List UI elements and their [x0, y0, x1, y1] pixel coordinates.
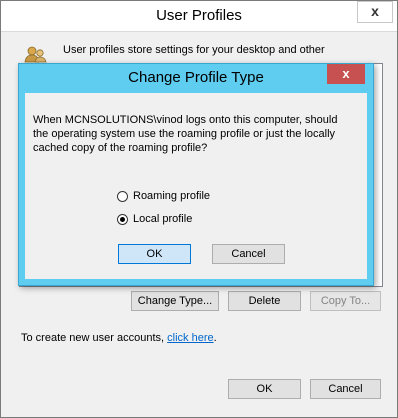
dialog-body: When MCNSOLUTIONS\vinod logs onto this c… [25, 93, 367, 279]
dialog-title: Change Profile Type [128, 69, 264, 86]
window-title: User Profiles [156, 7, 242, 24]
create-accounts-prefix: To create new user accounts, [21, 332, 168, 344]
dialog-cancel-button[interactable]: Cancel [212, 244, 285, 264]
question-line: When MCNSOLUTIONS\vinod logs onto this c… [33, 114, 338, 126]
create-accounts-text: To create new user accounts, click here. [21, 332, 217, 344]
copy-to-button[interactable]: Copy To... [310, 291, 381, 311]
window-titlebar[interactable]: User Profiles x [1, 1, 397, 32]
window-close-button[interactable]: x [357, 1, 393, 23]
change-profile-type-dialog: Change Profile Type x When MCNSOLUTIONS\… [18, 63, 374, 286]
question-line: cached copy of the roaming profile? [33, 142, 208, 154]
window-cancel-button[interactable]: Cancel [310, 379, 381, 399]
change-type-button[interactable]: Change Type... [131, 291, 219, 311]
user-profile-icon [24, 46, 47, 63]
dialog-question: When MCNSOLUTIONS\vinod logs onto this c… [33, 113, 359, 155]
window-ok-button[interactable]: OK [228, 379, 301, 399]
close-icon: x [371, 3, 379, 19]
local-profile-radio[interactable] [117, 213, 128, 225]
question-line: the operating system use the roaming pro… [33, 128, 336, 140]
local-profile-option[interactable]: Local profile [117, 211, 192, 227]
close-icon: x [342, 66, 350, 81]
roaming-profile-option[interactable]: Roaming profile [117, 188, 210, 204]
info-text: User profiles store settings for your de… [63, 44, 325, 56]
local-profile-label: Local profile [133, 213, 193, 225]
dialog-close-button[interactable]: x [327, 64, 365, 84]
click-here-link[interactable]: click here [167, 332, 213, 344]
dialog-ok-button[interactable]: OK [118, 244, 191, 264]
dialog-titlebar[interactable]: Change Profile Type x [19, 64, 373, 92]
delete-button[interactable]: Delete [228, 291, 301, 311]
create-accounts-suffix: . [213, 332, 217, 344]
roaming-profile-radio[interactable] [117, 190, 128, 202]
roaming-profile-label: Roaming profile [133, 190, 211, 202]
